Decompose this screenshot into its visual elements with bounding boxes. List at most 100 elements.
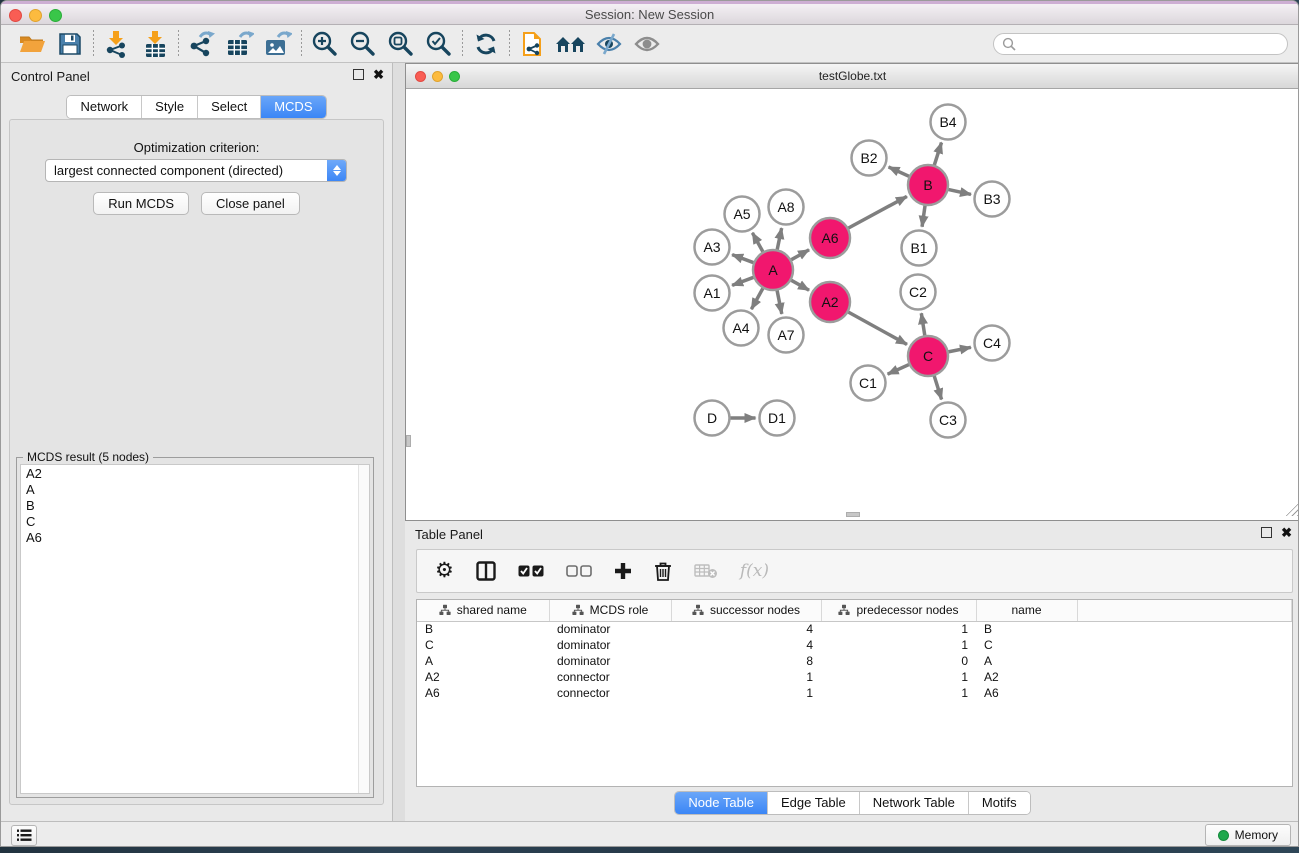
- memory-button[interactable]: Memory: [1205, 824, 1291, 846]
- node-B3[interactable]: B3: [975, 182, 1010, 217]
- refresh-layout-button[interactable]: [467, 28, 505, 60]
- edge-C-C1[interactable]: [888, 364, 910, 374]
- zoom-in-button[interactable]: [306, 28, 344, 60]
- zoom-window-button[interactable]: [49, 9, 62, 22]
- edge-B-B1[interactable]: [922, 205, 925, 227]
- tab-network[interactable]: Network: [67, 96, 142, 118]
- deselect-all-button[interactable]: [566, 565, 592, 577]
- node-A2[interactable]: A2: [810, 282, 850, 322]
- node-D1[interactable]: D1: [760, 401, 795, 436]
- criterion-select[interactable]: largest connected component (directed): [45, 159, 347, 182]
- run-mcds-button[interactable]: Run MCDS: [93, 192, 189, 215]
- table-row[interactable]: Adominator80A: [417, 653, 1292, 669]
- close-panel-icon[interactable]: ✖: [373, 69, 384, 80]
- tab-mcds[interactable]: MCDS: [261, 96, 325, 118]
- search-input[interactable]: [1022, 37, 1279, 51]
- node-A7[interactable]: A7: [769, 318, 804, 353]
- network-minimize-button[interactable]: [432, 71, 443, 82]
- edge-A-A5[interactable]: [752, 233, 763, 253]
- tab-network-table[interactable]: Network Table: [860, 792, 969, 814]
- node-A1[interactable]: A1: [695, 276, 730, 311]
- export-table-button[interactable]: [221, 28, 259, 60]
- edge-C-C2[interactable]: [921, 313, 925, 336]
- node-A[interactable]: A: [753, 250, 793, 290]
- edge-A-A8[interactable]: [777, 228, 782, 250]
- new-network-from-selection-button[interactable]: [514, 28, 552, 60]
- import-table-button[interactable]: [136, 28, 174, 60]
- import-network-button[interactable]: [98, 28, 136, 60]
- mcds-result-item[interactable]: B: [21, 497, 369, 513]
- network-close-button[interactable]: [415, 71, 426, 82]
- minimize-window-button[interactable]: [29, 9, 42, 22]
- close-panel-button[interactable]: Close panel: [201, 192, 300, 215]
- node-C1[interactable]: C1: [851, 366, 886, 401]
- node-C3[interactable]: C3: [931, 403, 966, 438]
- task-history-button[interactable]: [11, 825, 37, 846]
- node-A3[interactable]: A3: [695, 230, 730, 265]
- table-row[interactable]: A2connector11A2: [417, 669, 1292, 685]
- edge-A2-C[interactable]: [848, 312, 907, 345]
- float-panel-icon[interactable]: [353, 69, 364, 80]
- select-all-button[interactable]: [518, 565, 544, 577]
- mcds-result-list[interactable]: A2ABCA6: [20, 464, 370, 794]
- zoom-out-button[interactable]: [344, 28, 382, 60]
- float-panel-icon[interactable]: [1261, 527, 1272, 538]
- network-zoom-button[interactable]: [449, 71, 460, 82]
- node-C4[interactable]: C4: [975, 326, 1010, 361]
- edge-A-A1[interactable]: [732, 277, 754, 285]
- tab-select[interactable]: Select: [198, 96, 261, 118]
- tab-motifs[interactable]: Motifs: [969, 792, 1030, 814]
- edge-A-A4[interactable]: [751, 288, 763, 310]
- edge-B-B2[interactable]: [889, 167, 910, 177]
- delete-table-button[interactable]: [694, 563, 718, 579]
- delete-selected-button[interactable]: [654, 561, 672, 581]
- open-session-button[interactable]: [13, 28, 51, 60]
- close-panel-icon[interactable]: ✖: [1281, 527, 1292, 538]
- home-button[interactable]: [552, 28, 590, 60]
- table-row[interactable]: Cdominator41C: [417, 637, 1292, 653]
- node-A4[interactable]: A4: [724, 311, 759, 346]
- node-C2[interactable]: C2: [901, 275, 936, 310]
- edge-C-C4[interactable]: [948, 347, 971, 352]
- node-A6[interactable]: A6: [810, 218, 850, 258]
- table-row[interactable]: A6connector11A6: [417, 685, 1292, 701]
- node-B1[interactable]: B1: [902, 231, 937, 266]
- edge-A-A7[interactable]: [777, 290, 782, 314]
- export-image-button[interactable]: [259, 28, 297, 60]
- zoom-fit-button[interactable]: [382, 28, 420, 60]
- close-window-button[interactable]: [9, 9, 22, 22]
- network-window-titlebar[interactable]: testGlobe.txt: [406, 64, 1299, 89]
- zoom-selected-button[interactable]: [420, 28, 458, 60]
- vertical-scrollbar[interactable]: [406, 89, 411, 517]
- tab-node-table[interactable]: Node Table: [675, 792, 768, 814]
- show-columns-button[interactable]: [476, 561, 496, 581]
- edge-B-B4[interactable]: [934, 142, 941, 165]
- table-settings-button[interactable]: ⚙: [435, 561, 454, 581]
- column-header-predecessor-nodes[interactable]: predecessor nodes: [821, 600, 976, 621]
- save-session-button[interactable]: [51, 28, 89, 60]
- column-header-name[interactable]: name: [976, 600, 1077, 621]
- column-header-shared-name[interactable]: shared name: [417, 600, 549, 621]
- tab-edge-table[interactable]: Edge Table: [768, 792, 860, 814]
- mcds-result-item[interactable]: C: [21, 513, 369, 529]
- mcds-result-item[interactable]: A6: [21, 529, 369, 545]
- show-all-button[interactable]: [628, 28, 666, 60]
- add-row-button[interactable]: [614, 562, 632, 580]
- edge-A-A3[interactable]: [732, 255, 754, 263]
- table-row[interactable]: Bdominator41B: [417, 621, 1292, 637]
- node-A5[interactable]: A5: [725, 197, 760, 232]
- node-B4[interactable]: B4: [931, 105, 966, 140]
- edge-B-B3[interactable]: [948, 189, 971, 194]
- function-builder-button[interactable]: f(x): [740, 561, 769, 581]
- export-network-button[interactable]: [183, 28, 221, 60]
- column-header-MCDS-role[interactable]: MCDS role: [549, 600, 671, 621]
- column-header-successor-nodes[interactable]: successor nodes: [671, 600, 821, 621]
- list-scrollbar[interactable]: [358, 465, 369, 793]
- mcds-result-item[interactable]: A2: [21, 465, 369, 481]
- hide-selected-button[interactable]: [590, 28, 628, 60]
- node-D[interactable]: D: [695, 401, 730, 436]
- network-canvas[interactable]: B4B2BB3A5A8A6A3B1AA1C2A2A4A7C4CC1C3DD1: [406, 89, 1299, 517]
- edge-C-C3[interactable]: [934, 375, 942, 399]
- node-C[interactable]: C: [908, 336, 948, 376]
- mcds-result-item[interactable]: A: [21, 481, 369, 497]
